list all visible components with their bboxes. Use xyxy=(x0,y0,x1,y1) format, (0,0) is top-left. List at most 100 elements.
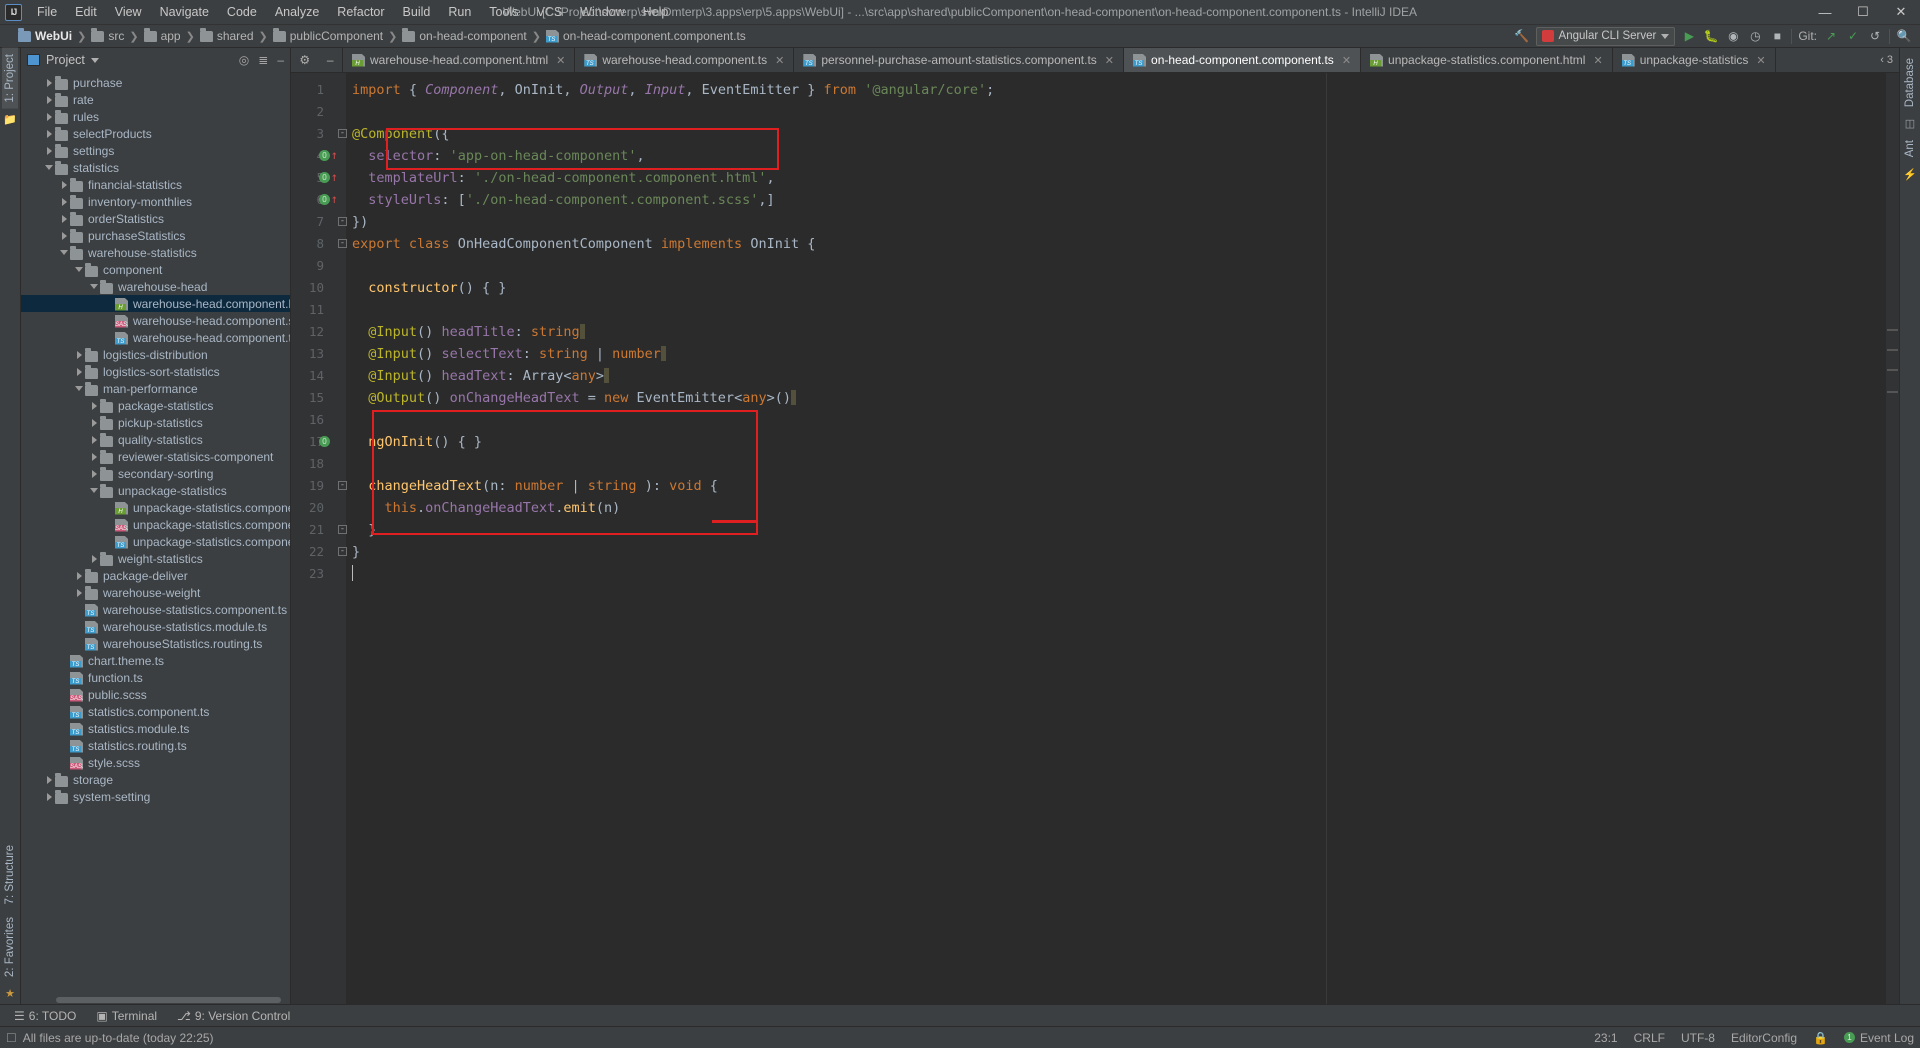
code-line-19[interactable]: changeHeadText(n: number | string ): voi… xyxy=(346,475,1886,497)
minimize-button[interactable]: — xyxy=(1806,0,1844,24)
implemented-above-icon[interactable]: ↑ xyxy=(331,192,338,206)
update-project-icon[interactable]: ↗ xyxy=(1823,28,1839,44)
menu-view[interactable]: View xyxy=(106,2,151,22)
tree-item-quality-statistics[interactable]: quality-statistics xyxy=(21,431,290,448)
chevron-right-icon[interactable] xyxy=(44,774,55,785)
code-line-13[interactable]: @Input() selectText: string | number xyxy=(346,343,1886,365)
breadcrumb-item-on-head-component[interactable]: on-head-component xyxy=(402,27,527,43)
implemented-above-icon[interactable]: ↑ xyxy=(331,148,338,162)
tree-item-purchase[interactable]: purchase xyxy=(21,74,290,91)
chevron-right-icon[interactable] xyxy=(59,213,70,224)
editor-tab-unpackage-statistics-component-html[interactable]: Hunpackage-statistics.component.html ✕ xyxy=(1361,48,1613,72)
tree-item-component[interactable]: component xyxy=(21,261,290,278)
chevron-down-icon[interactable] xyxy=(59,247,70,258)
menu-navigate[interactable]: Navigate xyxy=(151,2,218,22)
star-icon[interactable]: ★ xyxy=(5,987,15,1000)
close-icon[interactable]: ✕ xyxy=(775,54,784,67)
tree-item-orderstatistics[interactable]: orderStatistics xyxy=(21,210,290,227)
editor-tab-on-head-component-component-ts[interactable]: TS on-head-component.component.ts ✕ xyxy=(1124,48,1362,72)
code-scroll-region[interactable]: import { Component, OnInit, Output, Inpu… xyxy=(346,73,1886,1004)
tree-item-rules[interactable]: rules xyxy=(21,108,290,125)
code-line-16[interactable] xyxy=(346,409,1886,431)
tree-item-reviewer-statisics-component[interactable]: reviewer-statisics-component xyxy=(21,448,290,465)
implemented-above-icon[interactable]: ↑ xyxy=(331,170,338,184)
code-line-20[interactable]: this.onChangeHeadText.emit(n) xyxy=(346,497,1886,519)
chevron-right-icon[interactable] xyxy=(44,111,55,122)
code-line-18[interactable] xyxy=(346,453,1886,475)
tree-item-warehouse-head-component-ts[interactable]: TS warehouse-head.component.ts xyxy=(21,329,290,346)
tool-tab-database[interactable]: Database xyxy=(1902,52,1918,113)
gutter-line-18[interactable]: 18 xyxy=(291,453,346,475)
tree-item-package-statistics[interactable]: package-statistics xyxy=(21,397,290,414)
chevron-right-icon[interactable] xyxy=(74,349,85,360)
code-line-10[interactable]: constructor() { } xyxy=(346,277,1886,299)
tool-tab-project[interactable]: 1: Project xyxy=(2,48,18,109)
chevron-right-icon[interactable] xyxy=(89,400,100,411)
history-icon[interactable]: ↺ xyxy=(1867,28,1883,44)
collapse-all-icon[interactable]: ≣ xyxy=(258,53,268,67)
breadcrumb-item-webui[interactable]: WebUi xyxy=(18,27,72,43)
chevron-down-icon[interactable] xyxy=(89,281,100,292)
stop-icon[interactable]: ■ xyxy=(1769,28,1785,44)
tree-item-warehouse-statistics-component-ts[interactable]: TS warehouse-statistics.component.ts xyxy=(21,601,290,618)
chevron-right-icon[interactable] xyxy=(59,196,70,207)
chevron-right-icon[interactable] xyxy=(44,791,55,802)
gutter-line-15[interactable]: 15 xyxy=(291,387,346,409)
tree-item-statistics[interactable]: statistics xyxy=(21,159,290,176)
hammer-icon[interactable]: 🔨 xyxy=(1514,28,1530,44)
tree-item-warehouse-head-component-html[interactable]: Hwarehouse-head.component.html xyxy=(21,295,290,312)
code-line-3[interactable]: @Component({ xyxy=(346,123,1886,145)
chevron-down-icon[interactable] xyxy=(90,57,99,63)
menu-analyze[interactable]: Analyze xyxy=(266,2,328,22)
tool-tab-structure[interactable]: 7: Structure xyxy=(2,839,18,910)
tree-item-unpackage-statistics-component-ts[interactable]: TS unpackage-statistics.component.ts xyxy=(21,533,290,550)
tree-item-warehouse-statistics[interactable]: warehouse-statistics xyxy=(21,244,290,261)
tree-item-style-scss[interactable]: SASS style.scss xyxy=(21,754,290,771)
chevron-right-icon[interactable] xyxy=(89,468,100,479)
chevron-right-icon[interactable] xyxy=(44,77,55,88)
debug-icon[interactable]: 🐛 xyxy=(1703,28,1719,44)
project-file-tree[interactable]: purchase rate rules selectProducts settings s… xyxy=(21,72,290,995)
menu-window[interactable]: Window xyxy=(571,2,633,22)
tool-tab-ant[interactable]: Ant xyxy=(1902,134,1918,163)
run-icon[interactable]: ▶ xyxy=(1681,28,1697,44)
chevron-right-icon[interactable] xyxy=(89,434,100,445)
chevron-right-icon[interactable] xyxy=(89,417,100,428)
gutter-line-2[interactable]: 2 xyxy=(291,101,346,123)
tree-item-chart-theme-ts[interactable]: TS chart.theme.ts xyxy=(21,652,290,669)
code-line-12[interactable]: @Input() headTitle: string xyxy=(346,321,1886,343)
tree-item-inventory-monthlies[interactable]: inventory-monthlies xyxy=(21,193,290,210)
database-icon[interactable]: ◫ xyxy=(1905,117,1915,130)
code-line-9[interactable] xyxy=(346,255,1886,277)
tree-item-unpackage-statistics[interactable]: unpackage-statistics xyxy=(21,482,290,499)
usage-count-badge[interactable]: 0 xyxy=(319,436,330,447)
tree-item-warehousestatistics-routing-ts[interactable]: TS warehouseStatistics.routing.ts xyxy=(21,635,290,652)
scrollbar-thumb[interactable] xyxy=(56,997,281,1003)
menu-vcs[interactable]: VCS xyxy=(527,2,571,22)
chevron-right-icon[interactable] xyxy=(44,128,55,139)
chevron-right-icon[interactable] xyxy=(59,230,70,241)
tree-item-storage[interactable]: storage xyxy=(21,771,290,788)
commit-icon[interactable]: ✓ xyxy=(1845,28,1861,44)
maximize-button[interactable]: ☐ xyxy=(1844,0,1882,24)
caret-position[interactable]: 23:1 xyxy=(1594,1031,1617,1045)
hide-icon[interactable]: – xyxy=(277,53,284,67)
tree-item-settings[interactable]: settings xyxy=(21,142,290,159)
tree-item-secondary-sorting[interactable]: secondary-sorting xyxy=(21,465,290,482)
tree-item-public-scss[interactable]: SASS public.scss xyxy=(21,686,290,703)
menu-help[interactable]: Help xyxy=(634,2,678,22)
tree-item-unpackage-statistics-component-scss[interactable]: SASS unpackage-statistics.component.scss xyxy=(21,516,290,533)
bottom-tab-version-control[interactable]: ⎇ 9: Version Control xyxy=(167,1007,300,1025)
folder-icon[interactable]: 📁 xyxy=(3,113,17,126)
editor-tab-warehouse-head-component-html[interactable]: Hwarehouse-head.component.html ✕ xyxy=(343,48,576,72)
file-encoding[interactable]: UTF-8 xyxy=(1681,1031,1715,1045)
tree-item-man-performance[interactable]: man-performance xyxy=(21,380,290,397)
chevron-right-icon[interactable] xyxy=(59,179,70,190)
gutter-line-11[interactable]: 11 xyxy=(291,299,346,321)
close-button[interactable]: ✕ xyxy=(1882,0,1920,24)
gutter-line-6[interactable]: 60↑ xyxy=(291,189,346,211)
editor-tabs-overflow[interactable]: ‹ 3 xyxy=(1874,48,1899,72)
menu-refactor[interactable]: Refactor xyxy=(328,2,393,22)
usage-count-badge[interactable]: 0 xyxy=(319,194,330,205)
code-line-17[interactable]: ngOnInit() { } xyxy=(346,431,1886,453)
